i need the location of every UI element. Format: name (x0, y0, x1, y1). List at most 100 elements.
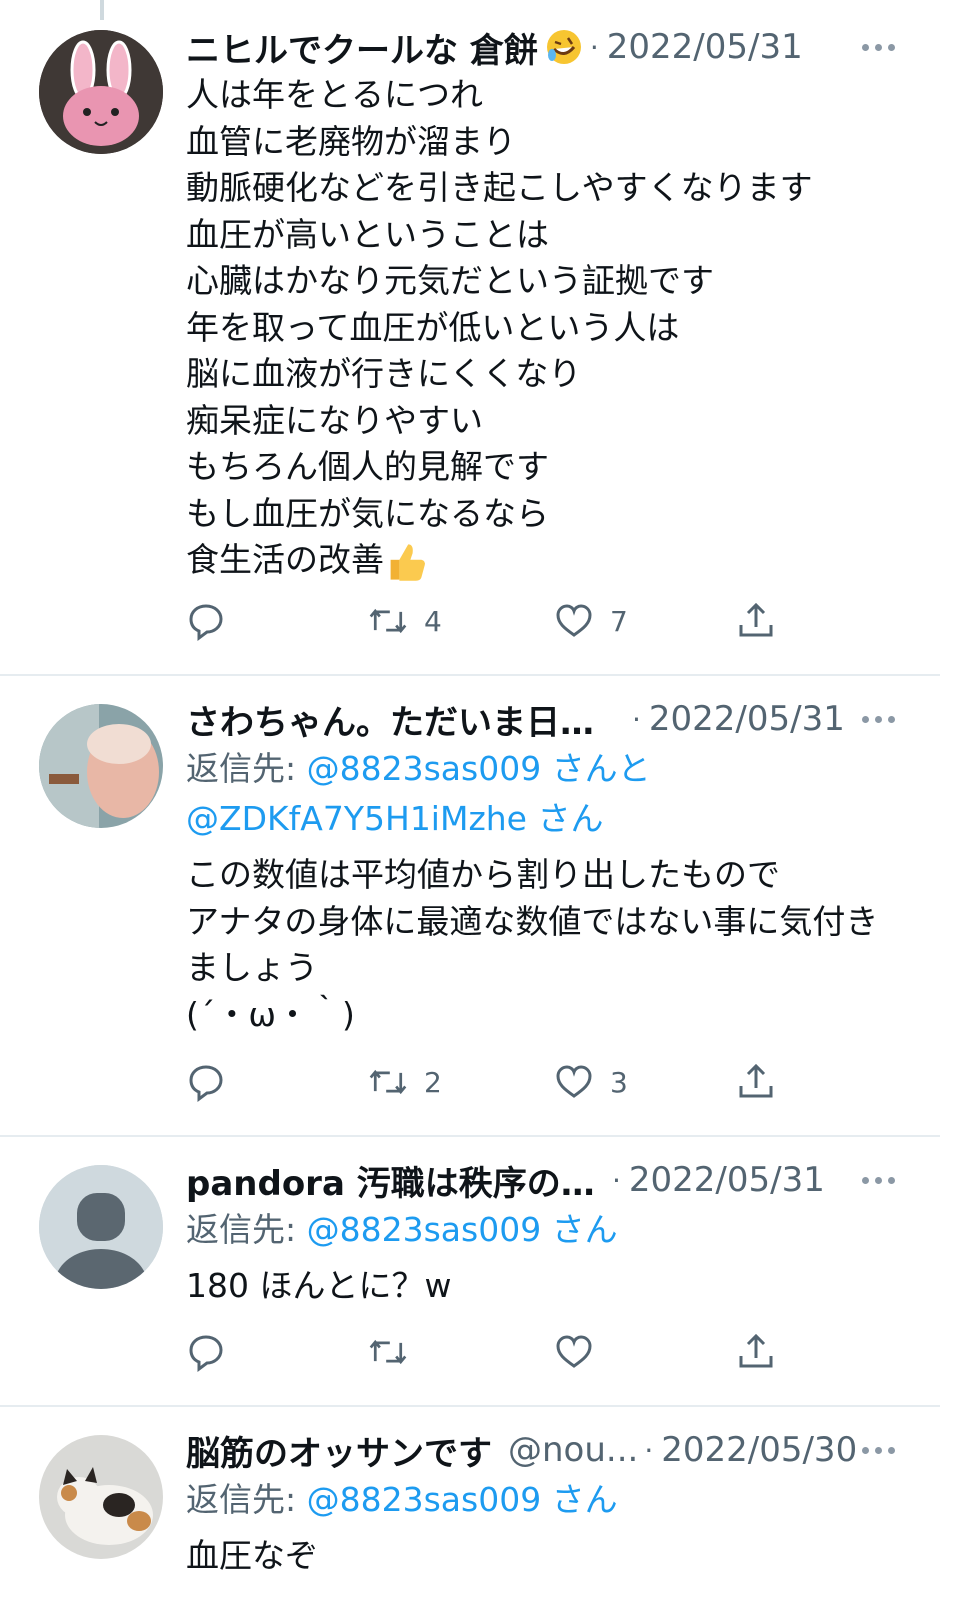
tweet-line: 心臓はかなり元気だという証拠です (186, 261, 714, 300)
reply-icon (189, 604, 223, 641)
share-button[interactable] (736, 596, 776, 646)
mention-link[interactable]: @8823sas009 (307, 749, 542, 788)
retweet-button[interactable] (368, 1327, 408, 1377)
reply-icon (189, 1335, 223, 1372)
reply-icon (189, 1065, 223, 1102)
separator-dot: · (632, 702, 641, 736)
retweet-icon (369, 1339, 407, 1365)
thumbs-up-icon (390, 543, 425, 581)
mention-link[interactable]: @8823sas009 (307, 1480, 542, 1519)
retweet-count: 2 (424, 1065, 442, 1099)
tweet-line: 人は年をとるにつれ (186, 75, 483, 114)
tweet-line: 動脈硬化などを引き起こしやすくなります (186, 168, 813, 207)
tweet-line: ましょう (186, 948, 318, 987)
tweet-date[interactable]: 2022/05/31 (607, 27, 803, 67)
like-count: 7 (610, 604, 628, 638)
heart-icon (556, 604, 592, 637)
retweet-icon (369, 608, 407, 634)
tweet-card[interactable]: さわちゃん。ただいま日本... · 2022/05/31 返信先: @8823s… (0, 676, 940, 1137)
tweet-line: 血圧が高いということは (186, 214, 549, 254)
tweet-card[interactable]: 脳筋のオッサンです @nou... · 2022/05/30 返信先: @882… (0, 1407, 940, 1605)
separator-dot: · (589, 30, 599, 64)
tweet-actions: 2 3 (186, 1057, 806, 1107)
reply-button[interactable] (186, 1327, 226, 1377)
rabbit-avatar-icon (39, 30, 163, 154)
more-options-icon[interactable] (856, 694, 900, 744)
tweet-card[interactable]: pandora 汚職は秩序の乱... · 2022/05/31 返信先: @88… (0, 1137, 940, 1407)
tweet-card[interactable]: ニヒルでクールな 倉餅 · 2022/05/31 人は年をとるにつれ 血管に老廃… (0, 0, 940, 676)
tweet-line: 血管に老廃物が溜まり (186, 121, 516, 161)
tweet-actions: 4 7 (186, 596, 806, 646)
reply-suffix: さん (527, 799, 604, 838)
more-options-icon[interactable] (856, 22, 900, 72)
reply-suffix: さん (541, 1210, 618, 1249)
share-icon (739, 602, 773, 637)
tweet-line: もし血圧が気になるなら (186, 493, 549, 533)
tweet-text: 人は年をとるにつれ 血管に老廃物が溜まり 動脈硬化などを引き起こしやすくなります… (186, 72, 900, 584)
tweet-line: 脳に血液が行きにくくなり (186, 354, 582, 393)
share-button[interactable] (736, 1327, 776, 1377)
tweet-text: この数値は平均値から割り出したもので アナタの身体に最適な数値ではない事に気付き… (186, 852, 900, 1038)
like-button[interactable]: 7 (554, 596, 628, 646)
retweet-button[interactable]: 4 (368, 596, 442, 646)
display-name[interactable]: さわちゃん。ただいま日本... (186, 695, 626, 744)
reply-prefix: 返信先: (186, 749, 307, 788)
display-name[interactable]: pandora 汚職は秩序の乱... (186, 1156, 606, 1205)
tweet-line: 180 ほんとに？w (186, 1266, 452, 1305)
tweet-line: もちろん個人的見解です (186, 447, 549, 486)
tweet-line: この数値は平均値から割り出したもので (186, 855, 780, 894)
share-icon (739, 1063, 773, 1098)
reply-to-line: 返信先: @8823sas009 さん (186, 1475, 900, 1525)
reply-to-line: 返信先: @8823sas009 さん (186, 1205, 900, 1255)
mention-link[interactable]: @ZDKfA7Y5H1iMzhe (186, 799, 527, 838)
rolling-on-floor-laughing-icon (546, 30, 581, 64)
cat-photo-icon (39, 1435, 163, 1559)
tweet-header: pandora 汚職は秩序の乱... · 2022/05/31 (186, 1155, 900, 1205)
retweet-button[interactable]: 2 (368, 1057, 442, 1107)
more-options-icon[interactable] (856, 1425, 900, 1475)
more-options-icon[interactable] (856, 1155, 900, 1205)
reply-prefix: 返信先: (186, 1480, 307, 1519)
tweet-line: 痴呆症になりやすい (186, 400, 483, 440)
share-button[interactable] (736, 1057, 776, 1107)
tweet-line: 食生活の改善 (186, 540, 384, 579)
user-handle[interactable]: @nou... (508, 1430, 638, 1470)
tweet-line: 年を取って血圧が低いという人は (186, 307, 680, 347)
reply-button[interactable] (186, 596, 226, 646)
tweet-line: 血圧なぞ (186, 1536, 318, 1575)
tweet-line: アナタの身体に最適な数値ではない事に気付き (186, 901, 879, 941)
like-button[interactable]: 3 (554, 1057, 628, 1107)
reply-suffix: さん (541, 1480, 618, 1519)
tweet-header: ニヒルでクールな 倉餅 · 2022/05/31 (186, 22, 900, 72)
separator-dot: · (644, 1433, 654, 1467)
tweet-header: さわちゃん。ただいま日本... · 2022/05/31 (186, 694, 900, 744)
reply-button[interactable] (186, 1057, 226, 1107)
retweet-count: 4 (424, 604, 442, 638)
tweet-date[interactable]: 2022/05/30 (661, 1430, 857, 1470)
retweet-icon (369, 1069, 407, 1095)
tweet-date[interactable]: 2022/05/31 (649, 699, 845, 739)
tweet-line: (´・ω・｀) (186, 994, 355, 1034)
tweet-header: 脳筋のオッサンです @nou... · 2022/05/30 (186, 1425, 900, 1475)
default-profile-icon (39, 1165, 163, 1289)
separator-dot: · (612, 1163, 621, 1197)
tweet-text: 180 ほんとに？w (186, 1263, 900, 1310)
share-icon (739, 1333, 773, 1368)
avatar-default[interactable] (39, 1165, 163, 1289)
reply-connector: さんと (541, 749, 651, 788)
avatar-cat[interactable] (39, 1435, 163, 1559)
mention-link[interactable]: @8823sas009 (307, 1210, 542, 1249)
avatar-photo[interactable] (39, 704, 163, 828)
avatar-rabbit[interactable] (39, 30, 163, 154)
display-name[interactable]: 脳筋のオッサンです (186, 1426, 492, 1475)
person-photo-icon (39, 704, 163, 828)
reply-to-line: 返信先: @8823sas009 さんと @ZDKfA7Y5H1iMzhe さん (186, 744, 900, 844)
tweet-date[interactable]: 2022/05/31 (629, 1160, 825, 1200)
tweet-line-last: 食生活の改善 (186, 537, 900, 584)
like-count: 3 (610, 1065, 628, 1099)
reply-prefix: 返信先: (186, 1210, 307, 1249)
heart-icon (556, 1065, 592, 1098)
tweet-actions (186, 1327, 806, 1377)
like-button[interactable] (554, 1327, 594, 1377)
display-name[interactable]: ニヒルでクールな 倉餅 (186, 23, 538, 72)
